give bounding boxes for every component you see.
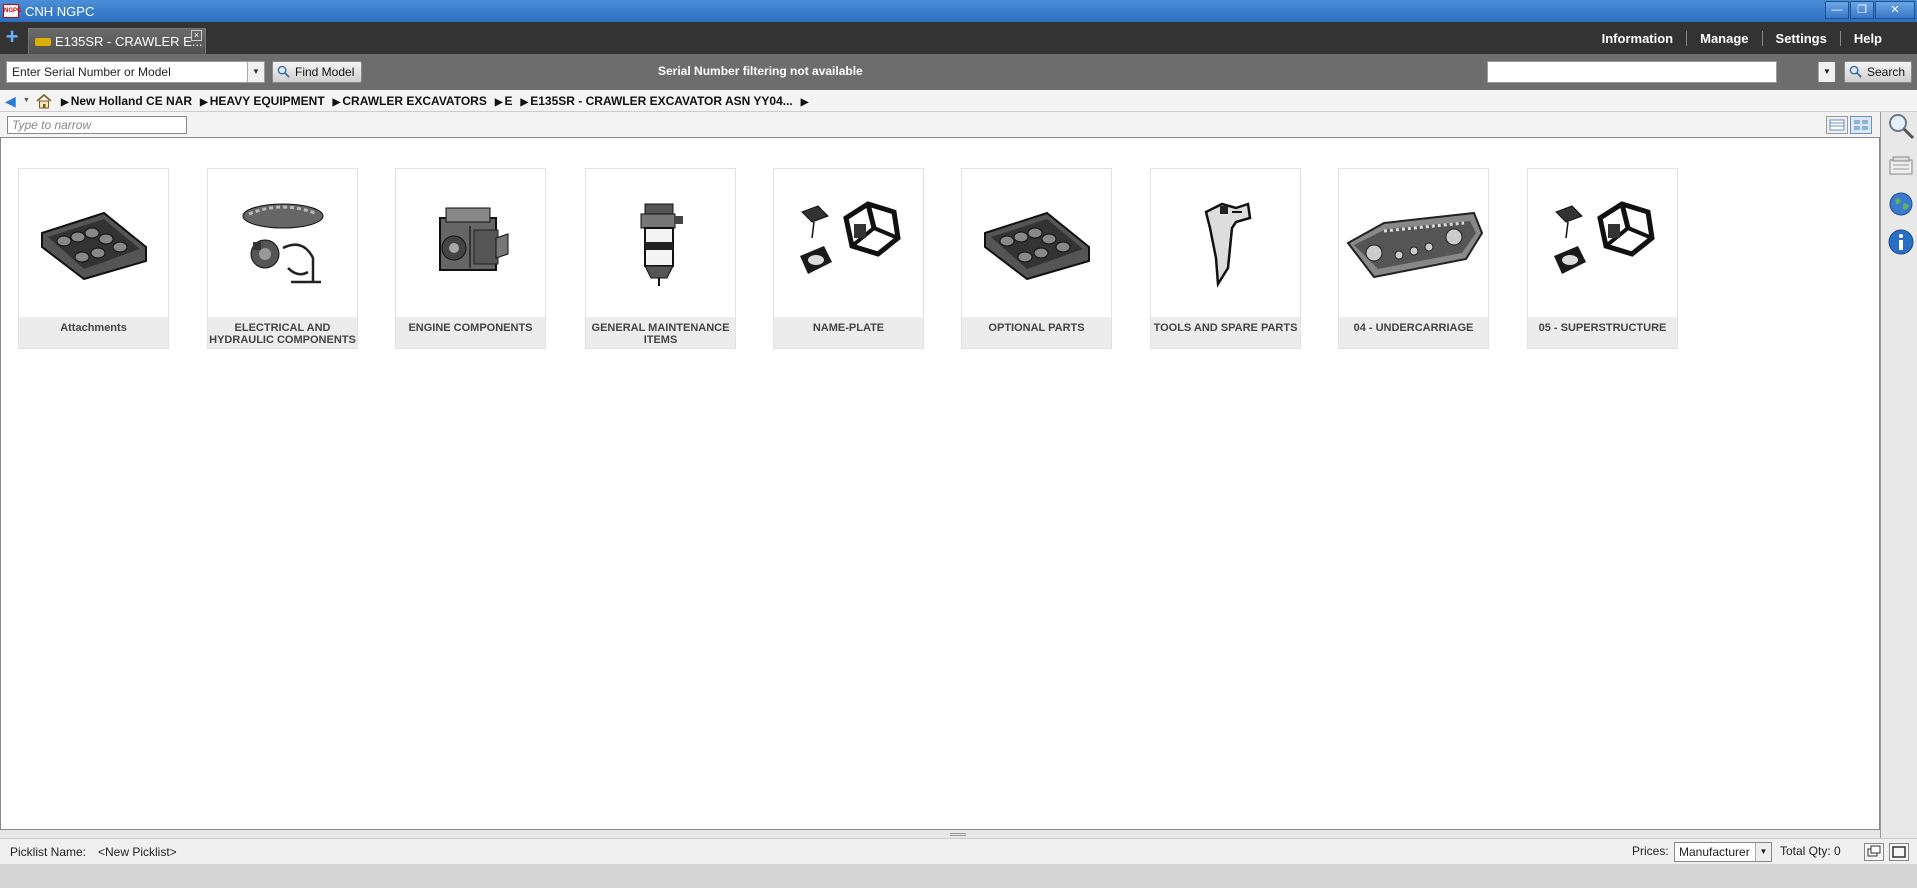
breadcrumb-item[interactable]: ▶ New Holland CE NAR [61,94,192,108]
app-logo: NGPC [3,4,21,18]
category-tile-name-plate[interactable]: NAME-PLATE [773,168,924,349]
narrow-filter-input[interactable]: Type to narrow [7,116,187,134]
total-qty: Total Qty: 0 [1780,844,1841,858]
prices-dropdown-icon[interactable]: ▼ [1755,843,1771,861]
globe-icon[interactable] [1887,190,1915,218]
find-model-button[interactable]: Find Model [272,61,362,83]
ripper-tool-icon [1151,169,1300,317]
nameplate-icon [1528,169,1677,317]
serial-dropdown-icon[interactable]: ▼ [247,62,264,82]
nameplate-icon [774,169,923,317]
serial-number-input[interactable]: Enter Serial Number or Model [6,61,265,83]
tab-e135sr[interactable]: E135SR - CRAWLER E... × [28,28,206,54]
picklist-bar: Picklist Name: <New Picklist> Prices: Ma… [0,838,1917,864]
filter-row: Type to narrow [0,112,1880,138]
category-tile-superstructure[interactable]: 05 - SUPERSTRUCTURE [1527,168,1678,349]
picklist-icon[interactable] [1887,152,1915,180]
electrical-hydraulic-icon [208,169,357,317]
info-icon[interactable] [1887,228,1915,256]
magnifier-icon[interactable] [1887,112,1915,140]
search-label: Search [1867,65,1906,79]
category-tile-optional-parts[interactable]: OPTIONAL PARTS [961,168,1112,349]
find-model-label: Find Model [295,65,355,79]
category-label: ENGINE COMPONENTS [396,317,545,348]
search-icon [277,65,290,78]
splitter-grip-icon[interactable] [950,833,966,836]
tab-bar: + E135SR - CRAWLER E... × Information Ma… [0,22,1917,54]
nav-manage[interactable]: Manage [1686,30,1761,46]
category-label: Attachments [19,317,168,348]
category-label: OPTIONAL PARTS [962,317,1111,348]
category-label: 05 - SUPERSTRUCTURE [1528,317,1677,348]
breadcrumb-item[interactable]: ▶ CRAWLER EXCAVATORS [333,94,487,108]
top-nav: Information Manage Settings Help [1589,22,1895,54]
search-icon [1849,65,1862,78]
search-row: Enter Serial Number or Model ▼ Find Mode… [0,54,1917,90]
breadcrumb-next-arrow[interactable]: ▶ [801,94,811,108]
panel-splitter[interactable] [0,830,1880,838]
filter-icon [586,169,735,317]
restore-button[interactable]: ❐ [1850,1,1874,19]
category-label: TOOLS AND SPARE PARTS [1151,317,1300,348]
tab-label: E135SR - CRAWLER E... [55,34,203,49]
breadcrumb-item[interactable]: ▶ E135SR - CRAWLER EXCAVATOR ASN YY04... [521,94,793,108]
category-tile-engine-components[interactable]: ENGINE COMPONENTS [395,168,546,349]
machine-icon [35,37,51,46]
title-bar: NGPC CNH NGPC — ❐ ✕ [0,0,1917,22]
filter-status: Serial Number filtering not available [658,64,863,78]
new-tab-button[interactable]: + [1,26,23,49]
back-arrow-icon[interactable]: ◀ [5,94,23,108]
category-tile-tools-spare-parts[interactable]: TOOLS AND SPARE PARTS [1150,168,1301,349]
category-label: GENERAL MAINTENANCE ITEMS [586,317,735,348]
side-toolbar [1880,112,1917,840]
picklist-name-label: Picklist Name: [10,845,87,859]
list-view-icon[interactable] [1826,116,1848,134]
breadcrumb-item[interactable]: ▶ E [495,94,513,108]
maximize-panel-icon[interactable] [1889,843,1909,861]
nav-settings[interactable]: Settings [1761,30,1840,46]
breadcrumb-item[interactable]: ▶ HEAVY EQUIPMENT [200,94,325,108]
prices-label: Prices: [1632,844,1669,858]
track-attachment-icon [19,169,168,317]
breadcrumb: ◀ ▼ ▶ New Holland CE NAR ▶ HEAVY EQUIPMENT… [0,90,1917,112]
detach-window-icon[interactable] [1864,843,1884,861]
category-grid: Attachments ELECTRICAL AND HYDRAULIC COM… [0,138,1880,830]
engine-icon [396,169,545,317]
search-dropdown-icon[interactable]: ▼ [1818,62,1835,82]
home-icon[interactable] [35,93,53,109]
undercarriage-icon [1339,169,1488,317]
close-button[interactable]: ✕ [1875,1,1915,19]
category-tile-undercarriage[interactable]: 04 - UNDERCARRIAGE [1338,168,1489,349]
category-label: ELECTRICAL AND HYDRAULIC COMPONENTS [208,317,357,348]
category-label: 04 - UNDERCARRIAGE [1339,317,1488,348]
category-tile-electrical-hydraulic[interactable]: ELECTRICAL AND HYDRAULIC COMPONENTS [207,168,358,349]
window-title: CNH NGPC [25,3,95,19]
window-controls: — ❐ ✕ [1825,1,1915,19]
track-attachment-icon [962,169,1111,317]
category-tile-attachments[interactable]: Attachments [18,168,169,349]
history-dropdown-icon[interactable]: ▼ [23,97,31,104]
category-label: NAME-PLATE [774,317,923,348]
nav-help[interactable]: Help [1839,30,1895,46]
category-tile-general-maintenance[interactable]: GENERAL MAINTENANCE ITEMS [585,168,736,349]
grid-view-icon[interactable] [1850,116,1872,134]
status-strip [0,864,1917,888]
search-input[interactable] [1487,61,1777,83]
nav-information[interactable]: Information [1589,31,1687,46]
picklist-name-value[interactable]: <New Picklist> [98,845,177,859]
tab-close-icon[interactable]: × [191,30,202,41]
search-button[interactable]: Search [1844,61,1912,83]
minimize-button[interactable]: — [1825,1,1849,19]
